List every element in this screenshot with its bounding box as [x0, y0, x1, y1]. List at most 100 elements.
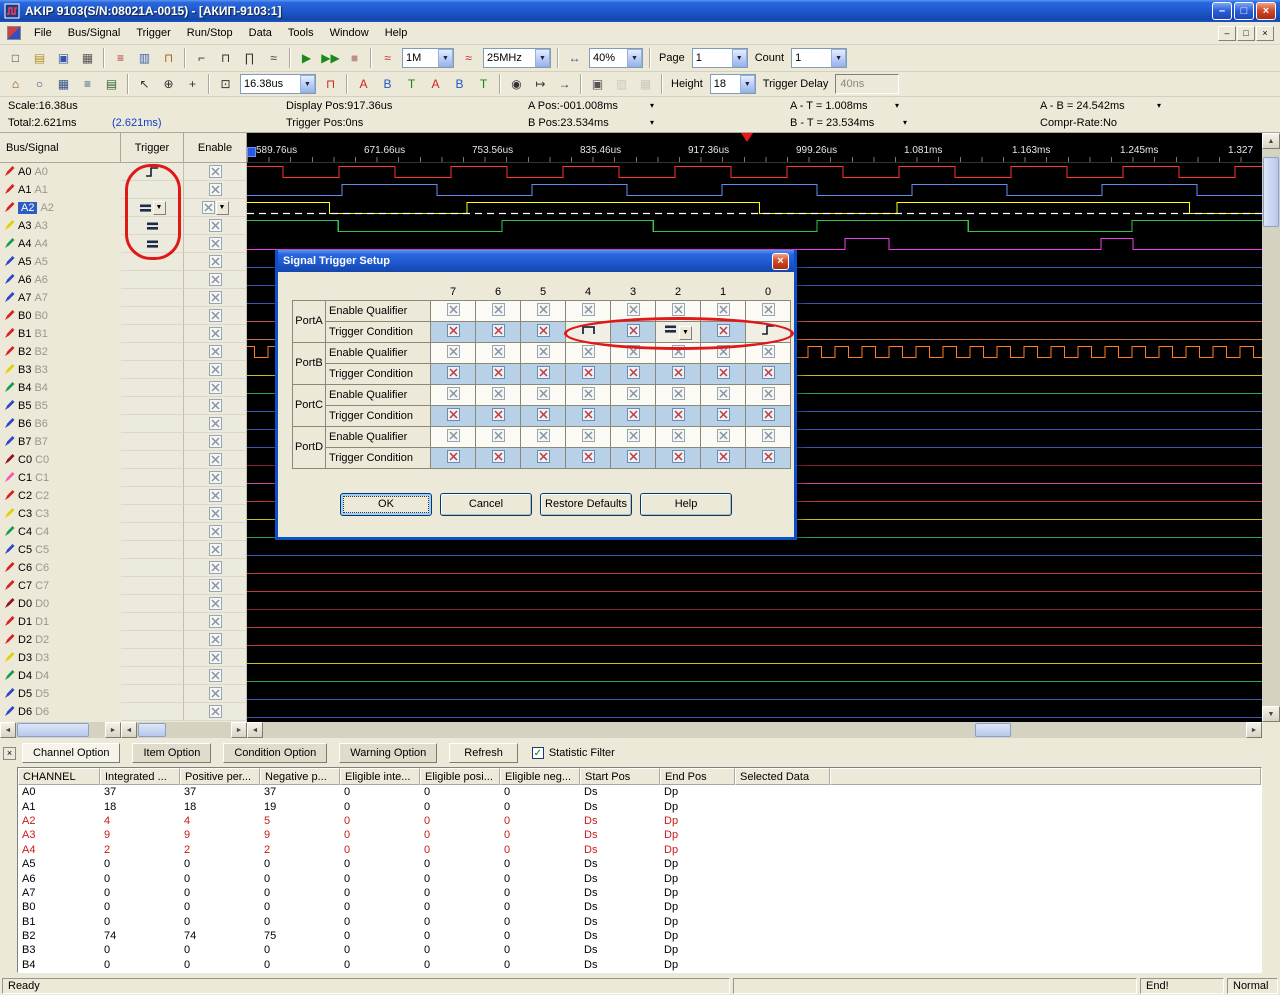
- porta-enable-qualifier-0[interactable]: [746, 300, 791, 321]
- porta-trigger-condition-0[interactable]: [746, 321, 791, 342]
- channel-name-cell[interactable]: C5C5: [0, 541, 121, 559]
- enable-cell-b6[interactable]: [184, 415, 247, 433]
- print-icon[interactable]: ▦: [76, 47, 99, 69]
- enable-cell-d1[interactable]: [184, 613, 247, 631]
- enable-header[interactable]: Enable: [184, 133, 247, 163]
- close-button[interactable]: ×: [1256, 2, 1276, 20]
- table-row-a0[interactable]: A0373737000DsDp: [18, 785, 1261, 799]
- trigger-cell-d5[interactable]: [121, 685, 184, 703]
- channel-name[interactable]: C3: [18, 508, 32, 520]
- trigger-flag-icon[interactable]: ⊓: [157, 47, 180, 69]
- channel-name[interactable]: A3: [18, 220, 31, 232]
- menu-bus-signal[interactable]: Bus/Signal: [60, 24, 129, 42]
- portd-enable-qualifier-4[interactable]: [566, 426, 611, 447]
- goto-time-icon[interactable]: →: [553, 73, 576, 95]
- portd-enable-qualifier-3[interactable]: [611, 426, 656, 447]
- ok-button[interactable]: OK: [340, 493, 432, 516]
- mdi-close-button[interactable]: ×: [1256, 26, 1274, 41]
- minimize-button[interactable]: –: [1212, 2, 1232, 20]
- channel-name-cell[interactable]: A1A1: [0, 181, 121, 199]
- trigger-header[interactable]: Trigger: [121, 133, 184, 163]
- portd-trigger-condition-4[interactable]: [566, 447, 611, 468]
- open-file-icon[interactable]: ▤: [28, 47, 51, 69]
- chevron-down-icon[interactable]: ▼: [216, 201, 229, 215]
- trigger-cell-c7[interactable]: [121, 577, 184, 595]
- trigger-cell-d2[interactable]: [121, 631, 184, 649]
- porta-enable-qualifier-3[interactable]: [611, 300, 656, 321]
- porta-trigger-condition-1[interactable]: [701, 321, 746, 342]
- chevron-down-icon[interactable]: ▼: [679, 326, 692, 340]
- portd-trigger-condition-6[interactable]: [476, 447, 521, 468]
- channel-name-cell[interactable]: C6C6: [0, 559, 121, 577]
- channel-name[interactable]: A0: [18, 166, 31, 178]
- enable-cell-c3[interactable]: [184, 505, 247, 523]
- channel-name-cell[interactable]: A4A4: [0, 235, 121, 253]
- channel-name[interactable]: B2: [18, 346, 31, 358]
- enable-cell-b4[interactable]: [184, 379, 247, 397]
- enable-cell-a5[interactable]: [184, 253, 247, 271]
- home-icon[interactable]: ⌂: [4, 73, 27, 95]
- vertical-scrollbar[interactable]: ▲ ▼: [1262, 133, 1280, 722]
- scroll-right-icon[interactable]: ►: [105, 722, 121, 738]
- channel-name[interactable]: C0: [18, 454, 32, 466]
- trigger-cell-c5[interactable]: [121, 541, 184, 559]
- find-icon[interactable]: ◉: [505, 73, 528, 95]
- column-header-start-pos[interactable]: Start Pos: [580, 768, 660, 785]
- bus-analyze-icon[interactable]: ▥: [610, 73, 633, 95]
- portc-trigger-condition-6[interactable]: [476, 405, 521, 426]
- column-header-selected-data[interactable]: Selected Data: [735, 768, 830, 785]
- channel-name[interactable]: C7: [18, 580, 32, 592]
- channel-name[interactable]: C6: [18, 562, 32, 574]
- list-view-icon[interactable]: ≡: [76, 73, 99, 95]
- table-row-b3[interactable]: B3000000DsDp: [18, 943, 1261, 957]
- channel-name[interactable]: B6: [18, 418, 31, 430]
- portc-trigger-condition-5[interactable]: [521, 405, 566, 426]
- width-trigger-icon[interactable]: ∏: [238, 47, 261, 69]
- enable-cell-b3[interactable]: [184, 361, 247, 379]
- channel-name[interactable]: B4: [18, 382, 31, 394]
- trigger-cell-c3[interactable]: [121, 505, 184, 523]
- trigger-cell-c0[interactable]: [121, 451, 184, 469]
- enable-cell-d3[interactable]: [184, 649, 247, 667]
- trigger-cell-d4[interactable]: [121, 667, 184, 685]
- channel-name[interactable]: D6: [18, 706, 32, 718]
- sample-clock-icon[interactable]: ≈: [376, 47, 399, 69]
- channel-name[interactable]: C2: [18, 490, 32, 502]
- table-row-a3[interactable]: A3999000DsDp: [18, 828, 1261, 842]
- portc-enable-qualifier-4[interactable]: [566, 384, 611, 405]
- count-select[interactable]: 1▼: [791, 48, 847, 68]
- porta-trigger-condition-7[interactable]: [431, 321, 476, 342]
- tab-warning-option[interactable]: Warning Option: [339, 743, 437, 763]
- column-header-negative-p[interactable]: Negative p...: [260, 768, 340, 785]
- channel-name-cell[interactable]: A7A7: [0, 289, 121, 307]
- channel-name-cell[interactable]: C1C1: [0, 469, 121, 487]
- channel-name-cell[interactable]: B7B7: [0, 433, 121, 451]
- menu-window[interactable]: Window: [322, 24, 377, 42]
- channel-name[interactable]: A5: [18, 256, 31, 268]
- portb-trigger-condition-0[interactable]: [746, 363, 791, 384]
- trigger-cell-b7[interactable]: [121, 433, 184, 451]
- porta-enable-qualifier-2[interactable]: [656, 300, 701, 321]
- a-bar-icon[interactable]: A: [352, 73, 375, 95]
- option-column-hscrollbar[interactable]: ◄ ►: [121, 722, 247, 738]
- portc-enable-qualifier-0[interactable]: [746, 384, 791, 405]
- trigger-cell-a6[interactable]: [121, 271, 184, 289]
- enable-cell-a4[interactable]: [184, 235, 247, 253]
- channel-name-cell[interactable]: A5A5: [0, 253, 121, 271]
- vscrollbar-thumb[interactable]: [1263, 157, 1279, 227]
- a-b-dropdown-icon[interactable]: ▾: [1155, 101, 1163, 110]
- porta-trigger-condition-5[interactable]: [521, 321, 566, 342]
- portc-enable-qualifier-7[interactable]: [431, 384, 476, 405]
- channel-name[interactable]: A6: [18, 274, 31, 286]
- channel-name-cell[interactable]: B4B4: [0, 379, 121, 397]
- internal-clock-icon[interactable]: ≈: [457, 47, 480, 69]
- portb-trigger-condition-2[interactable]: [656, 363, 701, 384]
- channel-name[interactable]: B3: [18, 364, 31, 376]
- portb-trigger-condition-1[interactable]: [701, 363, 746, 384]
- channel-name-cell[interactable]: D4D4: [0, 667, 121, 685]
- trigger-cell-a7[interactable]: [121, 289, 184, 307]
- menu-run-stop[interactable]: Run/Stop: [179, 24, 241, 42]
- enable-cell-b5[interactable]: [184, 397, 247, 415]
- trigger-cell-d0[interactable]: [121, 595, 184, 613]
- time-ruler[interactable]: 589.76us671.66us753.56us835.46us917.36us…: [247, 133, 1262, 163]
